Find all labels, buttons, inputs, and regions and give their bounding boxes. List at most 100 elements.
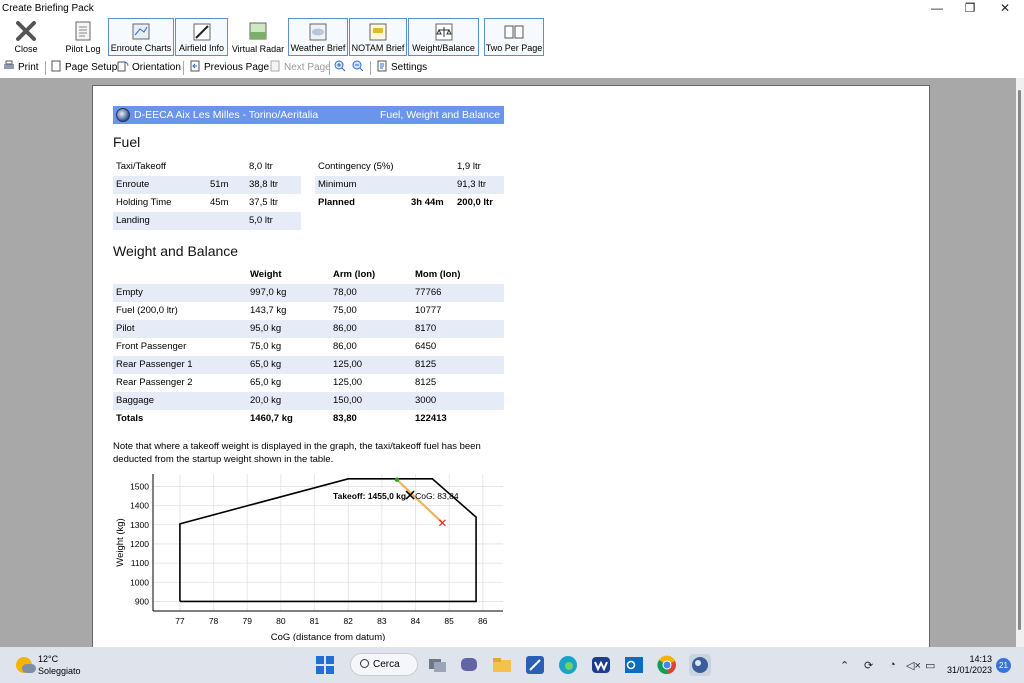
next-page-button[interactable]: Next Page xyxy=(269,60,331,76)
zoom-out-icon xyxy=(352,60,364,72)
page-setup-button[interactable]: Page Setup xyxy=(50,60,117,76)
print-label: Print xyxy=(18,62,39,73)
next-page-icon xyxy=(270,60,280,72)
close-x-icon xyxy=(16,21,36,41)
teams-chat-icon[interactable] xyxy=(458,654,480,676)
search-label: Cerca xyxy=(373,659,400,670)
virtual-radar-label: Virtual Radar xyxy=(231,44,285,54)
row-mom: 8125 xyxy=(415,359,437,370)
weather-brief-button[interactable]: Weather Brief xyxy=(288,18,348,56)
enroute-charts-icon xyxy=(132,23,150,40)
table-row: Fuel (200,0 ltr) 143,7 kg 75,00 10777 xyxy=(113,302,504,320)
settings-button[interactable]: Settings xyxy=(376,60,427,76)
fuel-row: Enroute 51m 38,8 ltr xyxy=(113,176,301,194)
row-mom: 10777 xyxy=(415,305,442,316)
row-weight: 143,7 kg xyxy=(250,305,287,316)
row-item: Rear Passenger 1 xyxy=(116,359,193,370)
battery-icon[interactable]: ▭ xyxy=(925,659,935,672)
row-item: Baggage xyxy=(116,395,155,406)
outlook-icon[interactable] xyxy=(623,654,645,676)
fuel-value: 38,8 ltr xyxy=(249,179,279,190)
fuel-value: 200,0 ltr xyxy=(457,197,493,208)
row-arm: 86,00 xyxy=(333,323,357,334)
y-tick-label: 1300 xyxy=(130,520,149,530)
pilot-log-button[interactable]: Pilot Log xyxy=(61,18,105,56)
enroute-charts-label: Enroute Charts xyxy=(110,43,172,53)
next-page-label: Next Page xyxy=(284,62,331,73)
restore-button[interactable]: ❐ xyxy=(953,0,987,18)
notam-brief-button[interactable]: NOTAM Brief xyxy=(349,18,407,56)
fuel-label: Planned xyxy=(318,197,355,208)
table-row: Rear Passenger 1 65,0 kg 125,00 8125 xyxy=(113,356,504,374)
file-explorer-icon[interactable] xyxy=(491,654,513,676)
row-arm: 125,00 xyxy=(333,377,363,388)
orientation-label: Orientation xyxy=(132,62,181,73)
row-weight: 20,0 kg xyxy=(250,395,282,406)
chevron-up-icon[interactable]: ⌃ xyxy=(840,659,849,672)
scrollbar-thumb[interactable] xyxy=(1018,90,1021,630)
close-button[interactable]: Close xyxy=(6,18,46,56)
weather-desc: Soleggiato xyxy=(38,666,81,676)
flight-app-icon[interactable] xyxy=(689,654,711,676)
virtual-radar-icon xyxy=(249,22,267,40)
enroute-charts-button[interactable]: Enroute Charts xyxy=(108,18,174,56)
table-row: Empty 997,0 kg 78,00 77766 xyxy=(113,284,504,302)
row-item: Totals xyxy=(116,413,144,424)
search-box[interactable]: Cerca xyxy=(350,653,418,676)
zoom-out-button[interactable] xyxy=(352,60,367,76)
minimize-button[interactable]: — xyxy=(920,0,954,18)
fuel-time: 3h 44m xyxy=(411,197,444,208)
volume-muted-icon[interactable]: ◁× xyxy=(906,659,921,672)
row-arm: 75,00 xyxy=(333,305,357,316)
notam-brief-icon xyxy=(369,23,387,41)
zoom-in-icon xyxy=(334,60,346,72)
route-title: D-EECA Aix Les Milles - Torino/Aeritalia xyxy=(134,109,319,121)
close-window-button[interactable]: ✕ xyxy=(988,0,1022,18)
totals-row: Totals 1460,7 kg 83,80 122413 xyxy=(113,410,504,428)
previous-page-button[interactable]: Previous Page xyxy=(189,60,269,76)
sync-icon[interactable]: ⟳ xyxy=(864,659,873,672)
fuel-row: Contingency (5%) 1,9 ltr xyxy=(315,158,504,176)
fuel-label: Landing xyxy=(116,215,150,226)
notification-badge[interactable]: 21 xyxy=(996,658,1011,673)
row-mom: 6450 xyxy=(415,341,437,352)
takeoff-weight-note: Note that where a takeoff weight is disp… xyxy=(113,441,481,465)
two-per-page-button[interactable]: Two Per Page xyxy=(484,18,544,56)
editor-app-icon[interactable] xyxy=(524,654,546,676)
weight-balance-button[interactable]: Weight/Balance xyxy=(408,18,479,56)
fuel-value: 5,0 ltr xyxy=(249,215,273,226)
fuel-label: Contingency (5%) xyxy=(318,161,394,172)
fuel-row: Landing 5,0 ltr xyxy=(113,212,301,230)
fuel-label: Taxi/Takeoff xyxy=(116,161,166,172)
print-button[interactable]: Print xyxy=(3,60,39,76)
col-header-mom: Mom (lon) xyxy=(415,269,461,280)
orientation-button[interactable]: Orientation xyxy=(117,60,181,76)
webex-icon[interactable] xyxy=(590,654,612,676)
airfield-info-icon xyxy=(193,23,210,41)
fuel-label: Enroute xyxy=(116,179,150,190)
wifi-icon[interactable]: ◔ xyxy=(889,659,896,671)
pilot-log-icon xyxy=(75,21,91,41)
x-tick-label: 83 xyxy=(377,616,387,626)
task-view-icon[interactable] xyxy=(426,654,448,676)
weather-brief-icon xyxy=(309,23,327,41)
zoom-in-button[interactable] xyxy=(334,60,349,76)
x-tick-label: 79 xyxy=(242,616,252,626)
y-tick-label: 1400 xyxy=(130,501,149,511)
start-icon[interactable] xyxy=(314,654,336,676)
edge-browser-icon[interactable] xyxy=(557,654,579,676)
table-row: Front Passenger 75,0 kg 86,00 6450 xyxy=(113,338,504,356)
y-axis-label: Weight (kg) xyxy=(115,518,126,566)
taskbar: 12°C Soleggiato Cerca ⌃ ⟳ ◔ ◁× ▭ 14:13 3… xyxy=(0,647,1024,683)
vertical-scrollbar[interactable] xyxy=(1016,78,1024,647)
row-item: Rear Passenger 2 xyxy=(116,377,193,388)
virtual-radar-button[interactable]: Virtual Radar xyxy=(231,18,285,56)
y-tick-label: 1000 xyxy=(130,577,149,587)
search-icon xyxy=(360,659,369,668)
airfield-info-button[interactable]: Airfield Info xyxy=(175,18,228,56)
system-clock[interactable]: 14:13 31/01/2023 xyxy=(940,654,992,676)
chrome-icon[interactable] xyxy=(656,654,678,676)
close-label: Close xyxy=(14,44,38,54)
row-arm: 125,00 xyxy=(333,359,363,370)
row-mom: 77766 xyxy=(415,287,442,298)
